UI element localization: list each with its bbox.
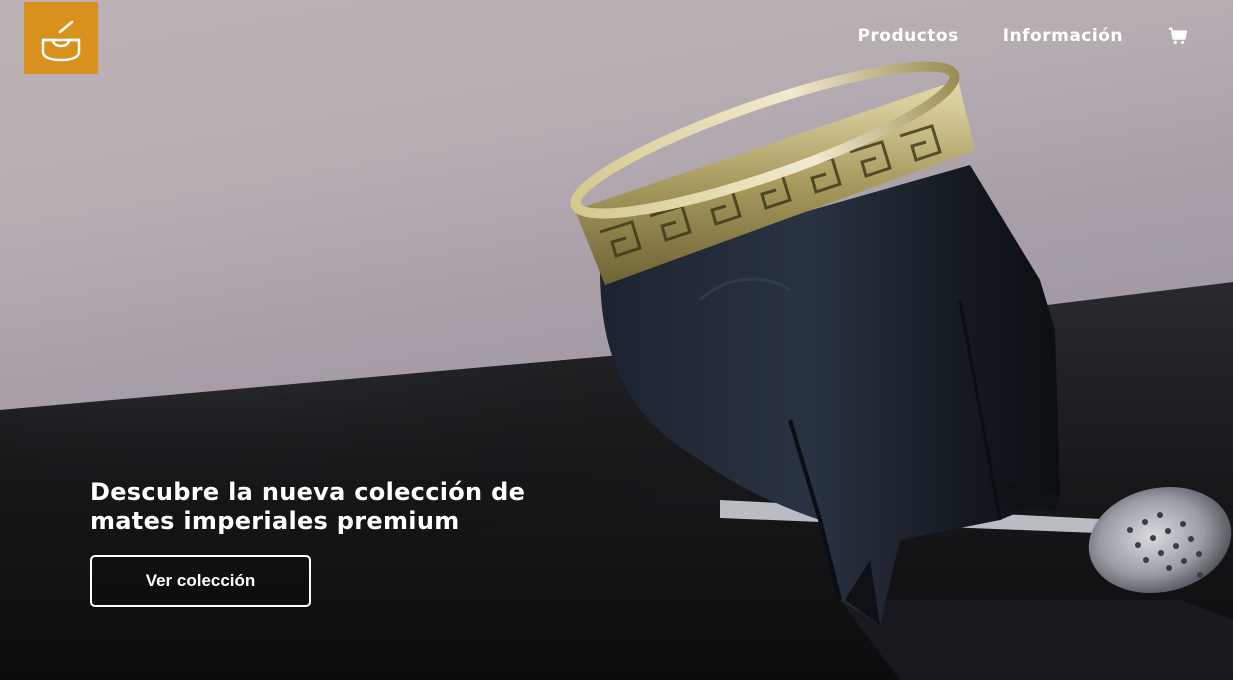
nav-link-informacion[interactable]: Información [1003,26,1123,46]
nav-link-productos[interactable]: Productos [857,26,958,46]
shopping-cart-icon[interactable] [1167,25,1189,47]
hero-headline-line-1: Descubre la nueva colección de [90,478,526,506]
main-nav: Productos Información [857,24,1233,48]
view-collection-button[interactable]: Ver colección [90,555,311,607]
hero-headline-line-2: mates imperiales premium [90,507,460,535]
hero-headline: Descubre la nueva colección de mates imp… [90,478,650,536]
brand-logo[interactable] [24,2,98,74]
mate-cup-icon [41,20,81,62]
